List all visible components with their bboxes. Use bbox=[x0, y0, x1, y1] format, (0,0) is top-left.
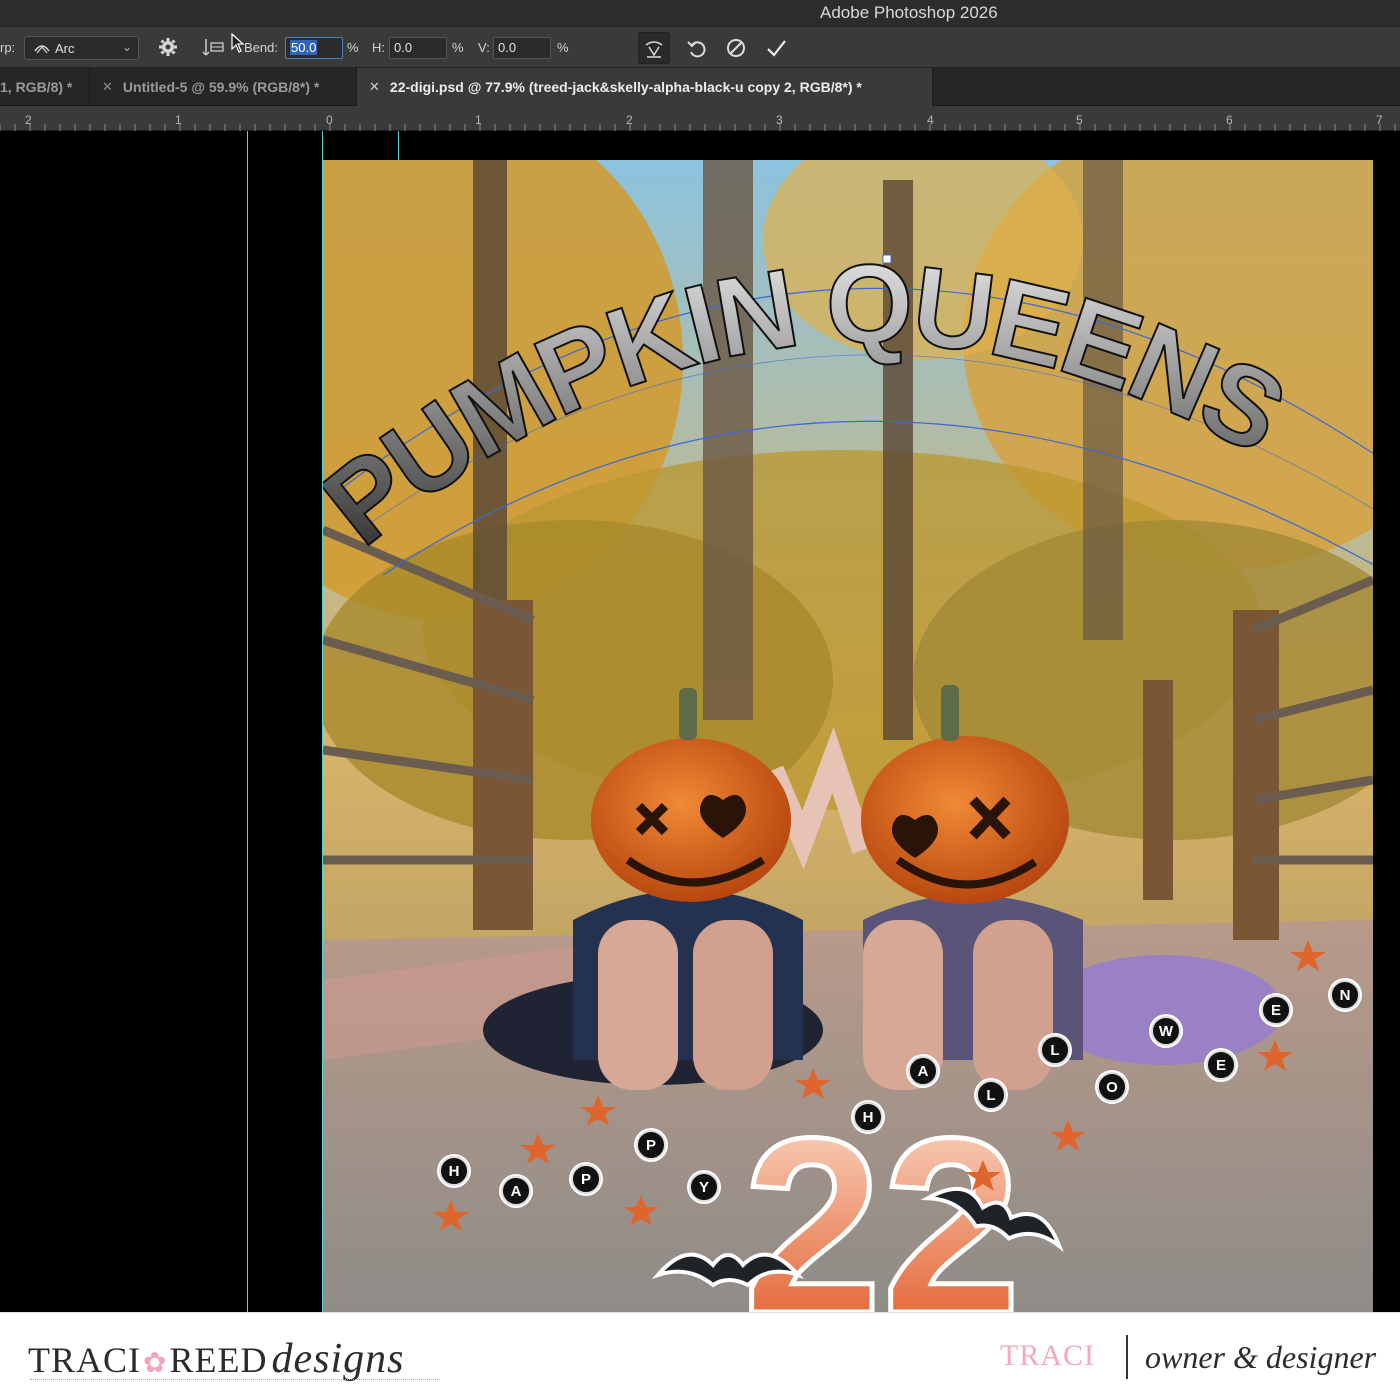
letter-bead: H bbox=[853, 1102, 883, 1132]
horizontal-ruler[interactable]: 2 1 0 1 2 3 4 5 6 7 bbox=[0, 106, 1400, 131]
ruler-label: 1 bbox=[175, 113, 182, 127]
ruler-label: 2 bbox=[25, 113, 32, 127]
tab-22-digi[interactable]: ✕ 22-digi.psd @ 77.9% (treed-jack&skelly… bbox=[357, 68, 933, 106]
h-value: 0.0 bbox=[394, 40, 413, 55]
ruler-ticks bbox=[0, 124, 1396, 131]
divider bbox=[1126, 1335, 1128, 1379]
brand-underline bbox=[30, 1379, 440, 1380]
letter-bead: E bbox=[1261, 995, 1291, 1025]
warp-style-select[interactable]: Arc ⌄ bbox=[24, 36, 139, 60]
undo-button[interactable] bbox=[683, 34, 711, 62]
guide-line[interactable] bbox=[247, 131, 248, 1312]
owner-name: TRACI bbox=[1000, 1339, 1095, 1372]
document-tabs: 1, RGB/8) * ✕ Untitled-5 @ 59.9% (RGB/8*… bbox=[0, 68, 1400, 106]
warp-mode-icon bbox=[645, 41, 663, 58]
cancel-transform-button[interactable] bbox=[722, 34, 750, 62]
tab-label: 1, RGB/8) * bbox=[0, 79, 73, 95]
h-input[interactable]: 0.0 bbox=[389, 37, 447, 59]
brand-traci: TRACI bbox=[28, 1340, 141, 1380]
owner-title: owner & designer bbox=[1145, 1339, 1377, 1375]
brand-footer: TRACI✿REEDdesigns TRACI owner & designer bbox=[0, 1312, 1400, 1400]
gear-icon[interactable] bbox=[157, 36, 179, 58]
letter-bead: A bbox=[501, 1176, 531, 1206]
ruler-label: 3 bbox=[776, 113, 783, 127]
bend-label: Bend: bbox=[244, 40, 278, 55]
bend-input[interactable]: 50.0 bbox=[285, 37, 343, 59]
letter-bead: W bbox=[1151, 1016, 1181, 1046]
bend-value: 50.0 bbox=[290, 40, 318, 55]
options-bar: rp: Arc ⌄ Bend: 50.0 % H: 0.0 % V: 0.0 % bbox=[0, 26, 1400, 68]
warp-label: rp: bbox=[0, 40, 16, 55]
v-value: 0.0 bbox=[498, 40, 517, 55]
orientation-icon[interactable] bbox=[202, 35, 226, 59]
ruler-label: 4 bbox=[927, 113, 934, 127]
close-icon[interactable]: ✕ bbox=[369, 79, 380, 95]
title-bar: Adobe Photoshop 2026 bbox=[0, 0, 1400, 26]
ruler-label: 7 bbox=[1376, 113, 1383, 127]
letter-bead: E bbox=[1206, 1050, 1236, 1080]
ruler-label: 6 bbox=[1226, 113, 1233, 127]
bend-percent: % bbox=[347, 40, 359, 55]
letter-bead: L bbox=[1040, 1035, 1070, 1065]
letter-bead: N bbox=[1330, 980, 1360, 1010]
brand-logo: TRACI✿REEDdesigns bbox=[28, 1335, 404, 1383]
warp-style-value: Arc bbox=[55, 40, 75, 56]
cursor-icon bbox=[231, 33, 245, 53]
tab-label: Untitled-5 @ 59.9% (RGB/8*) * bbox=[122, 79, 320, 95]
warp-mode-button[interactable] bbox=[638, 32, 670, 64]
letter-bead: P bbox=[636, 1130, 666, 1160]
cancel-icon bbox=[727, 39, 745, 57]
undo-icon bbox=[687, 41, 706, 58]
tab-document-1[interactable]: 1, RGB/8) * bbox=[0, 68, 90, 106]
commit-transform-button[interactable] bbox=[762, 34, 790, 62]
warp-arc-icon bbox=[34, 45, 50, 54]
close-icon[interactable]: ✕ bbox=[102, 79, 113, 95]
scrapbook-photo: PUMPKIN QUEENS 22 bbox=[323, 160, 1373, 1312]
brand-designs: designs bbox=[271, 1336, 405, 1382]
ruler-label: 1 bbox=[475, 113, 482, 127]
v-label: V: bbox=[478, 40, 490, 55]
h-percent: % bbox=[452, 40, 464, 55]
bow-icon: ✿ bbox=[143, 1348, 168, 1379]
tab-label: 22-digi.psd @ 77.9% (treed-jack&skelly-a… bbox=[389, 79, 862, 95]
letter-bead: A bbox=[908, 1056, 938, 1086]
chevron-down-icon: ⌄ bbox=[121, 40, 132, 54]
h-label: H: bbox=[372, 40, 385, 55]
ruler-label: 0 bbox=[326, 113, 333, 127]
commit-icon bbox=[767, 40, 786, 57]
letter-bead: P bbox=[571, 1164, 601, 1194]
ruler-label: 2 bbox=[626, 113, 633, 127]
v-percent: % bbox=[557, 40, 569, 55]
brand-reed: REED bbox=[169, 1340, 268, 1380]
letter-bead: L bbox=[976, 1080, 1006, 1110]
letter-bead: Y bbox=[689, 1172, 719, 1202]
v-input[interactable]: 0.0 bbox=[493, 37, 551, 59]
document-canvas[interactable]: PUMPKIN QUEENS 22 H A P P Y H A L L bbox=[323, 160, 1373, 1312]
app-title: Adobe Photoshop 2026 bbox=[820, 3, 998, 22]
tab-untitled-5[interactable]: ✕ Untitled-5 @ 59.9% (RGB/8*) * bbox=[90, 68, 357, 106]
letter-bead: H bbox=[439, 1156, 469, 1186]
letter-bead: O bbox=[1097, 1072, 1127, 1102]
ruler-label: 5 bbox=[1076, 113, 1083, 127]
